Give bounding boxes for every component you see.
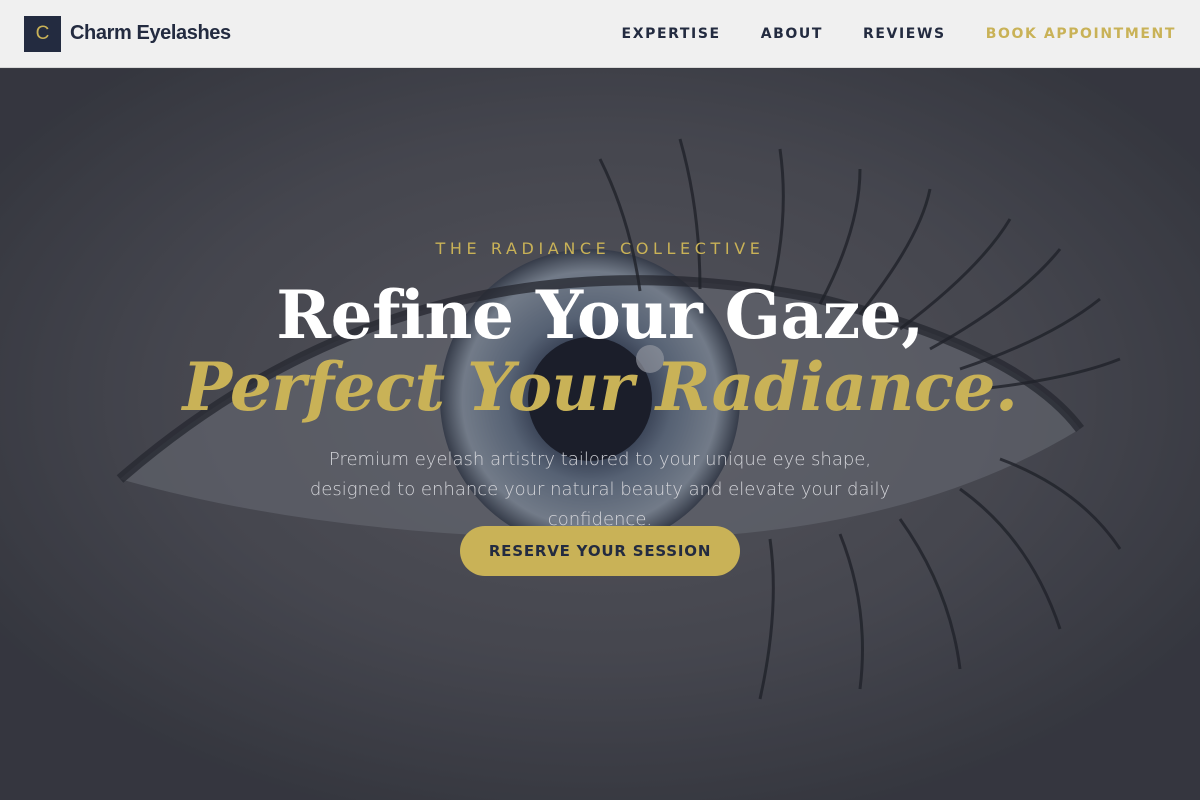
nav-link-book-appointment[interactable]: BOOK APPOINTMENT [986,26,1176,42]
brand-name: Charm Eyelashes [70,22,231,44]
nav-link-reviews[interactable]: REVIEWS [863,26,946,42]
nav-link-about[interactable]: ABOUT [761,26,823,42]
brand-logo[interactable]: C Charm Eyelashes [24,15,231,52]
nav-link-expertise[interactable]: EXPERTISE [622,26,721,42]
hero-section: THE RADIANCE COLLECTIVE Refine Your Gaze… [0,69,1200,800]
hero-headline-line2: Perfect Your Radiance. [182,348,1018,426]
hero-headline-line1: Refine Your Gaze, [276,276,924,354]
hero-eyebrow: THE RADIANCE COLLECTIVE [435,239,765,258]
hero-content: THE RADIANCE COLLECTIVE Refine Your Gaze… [0,69,1200,800]
logo-mark: C [24,15,61,52]
main-nav: EXPERTISE ABOUT REVIEWS BOOK APPOINTMENT [622,26,1176,42]
reserve-session-button[interactable]: RESERVE YOUR SESSION [460,526,740,576]
hero-subtitle: Premium eyelash artistry tailored to you… [309,449,891,530]
site-header: C Charm Eyelashes EXPERTISE ABOUT REVIEW… [0,0,1200,68]
